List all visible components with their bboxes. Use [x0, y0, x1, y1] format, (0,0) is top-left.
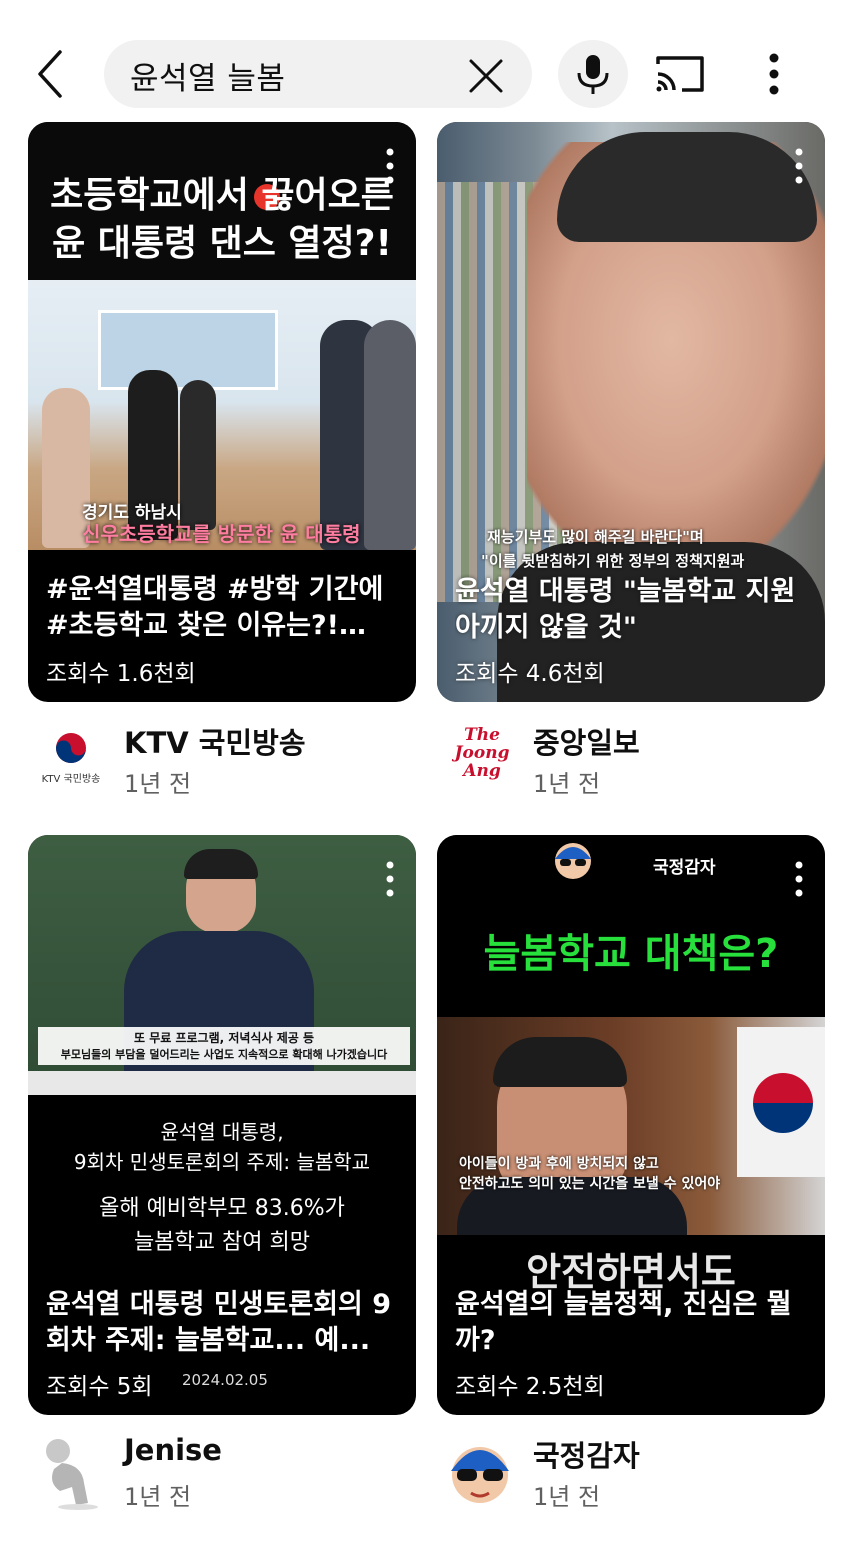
back-button[interactable] — [30, 46, 76, 102]
video-title[interactable]: 윤석열 대통령 민생토론회의 9회차 주제: 늘봄학교... 예... — [46, 1287, 394, 1359]
video-more-button[interactable] — [787, 859, 811, 899]
video-thumbnail[interactable]: 국정감자 늘봄학교 대책은? 아이들이 방과 후에 방치되지 않고 안전하고도 … — [437, 835, 825, 1415]
view-count: 조회수 1.6천회 — [46, 661, 196, 687]
video-thumbnail[interactable]: 또 무료 프로그램, 저녁식사 제공 등 부모님들의 부담을 덜어드리는 사업도… — [28, 835, 416, 1415]
channel-avatar[interactable] — [32, 1433, 110, 1511]
overlay-text: 9회차 민생토론회의 주제: 늘봄학교 — [73, 1150, 371, 1174]
cast-icon — [656, 56, 704, 92]
channel-label: 국정감자 — [653, 858, 716, 878]
video-thumbnail[interactable]: 재능기부도 많이 해주길 바란다"며 "이를 뒷받침하기 위한 정부의 정책지원… — [437, 122, 825, 702]
more-vertical-icon — [386, 148, 394, 184]
thumbnail-header: 초등학교에서 끓어오른 윤 대통령 댄스 열정?! — [28, 122, 416, 280]
video-thumbnail[interactable]: 초등학교에서 끓어오른 윤 대통령 댄스 열정?! 경기도 하남시 신우초등학교… — [28, 122, 416, 702]
cast-button[interactable] — [652, 52, 708, 96]
video-more-button[interactable] — [787, 146, 811, 186]
more-vertical-icon — [795, 148, 803, 184]
channel-name[interactable]: 국정감자 — [533, 1433, 640, 1475]
microphone-icon — [577, 55, 609, 94]
view-count: 조회수 4.6천회 — [455, 661, 605, 687]
channel-avatar[interactable]: KTV 국민방송 — [32, 720, 110, 798]
date-stamp: 2024.02.05 — [182, 1371, 268, 1389]
more-vertical-icon — [386, 861, 394, 897]
upload-time: 1년 전 — [124, 770, 192, 798]
view-count: 조회수 5회 — [46, 1374, 153, 1400]
ktv-logo-icon — [56, 733, 86, 763]
channel-row: The Joong Ang 중앙일보 1년 전 — [437, 720, 850, 810]
overlay-text: 늘봄학교 참여 희망 — [134, 1230, 310, 1255]
voice-search-button[interactable] — [558, 40, 628, 108]
caption-line: 재능기부도 많이 해주길 바란다"며 — [487, 528, 704, 546]
overlay-text: 올해 예비학부모 83.6%가 — [99, 1196, 345, 1221]
banner-line: 또 무료 프로그램, 저녁식사 제공 등 — [133, 1031, 314, 1045]
mascot-icon — [555, 843, 591, 879]
thumbnail-header: 국정감자 늘봄학교 대책은? — [437, 835, 825, 1017]
more-options-button[interactable] — [756, 50, 792, 100]
thinker-figure-icon — [46, 1439, 98, 1510]
video-more-button[interactable] — [378, 859, 402, 899]
caption-line: 안전하고도 의미 있는 시간을 보낼 수 있어야 — [459, 1176, 721, 1192]
speech-photo — [437, 1017, 825, 1235]
close-icon — [469, 59, 503, 93]
back-arrow-icon — [38, 50, 62, 98]
channel-name[interactable]: Jenise — [124, 1433, 222, 1467]
channel-name[interactable]: 중앙일보 — [533, 720, 640, 762]
caption-line: "이를 뒷받침하기 위한 정부의 정책지원과 — [481, 552, 745, 570]
thumbnail-heading: 초등학교에서 끓어오른 윤 대통령 댄스 열정?! — [50, 175, 394, 264]
upload-time: 1년 전 — [533, 1483, 601, 1511]
channel-logo-text: KTV 국민방송 — [41, 774, 101, 785]
more-vertical-icon — [795, 861, 803, 897]
top-bar: 윤석열 늘봄 — [0, 0, 850, 118]
caption-highlight: 신우초등학교를 방문한 윤 대통령 — [82, 522, 361, 546]
caption-banner: 또 무료 프로그램, 저녁식사 제공 등 부모님들의 부담을 덜어드리는 사업도… — [38, 1027, 410, 1065]
video-title[interactable]: 윤석열의 늘봄정책, 진심은 뭘까? — [455, 1287, 803, 1359]
upload-time: 1년 전 — [533, 770, 601, 798]
banner-line: 부모님들의 부담을 덜어드리는 사업도 지속적으로 확대해 나가겠습니다 — [60, 1048, 388, 1061]
channel-name[interactable]: KTV 국민방송 — [124, 720, 306, 762]
channel-avatar[interactable]: The Joong Ang — [441, 720, 519, 798]
mascot-avatar-icon — [451, 1447, 509, 1503]
video-title[interactable]: 윤석열 대통령 "늘봄학교 지원 아끼지 않을 것" — [455, 574, 803, 646]
more-vertical-icon — [769, 53, 779, 95]
search-query: 윤석열 늘봄 — [130, 61, 286, 97]
upload-time: 1년 전 — [124, 1483, 192, 1511]
view-count: 조회수 2.5천회 — [455, 1374, 605, 1400]
clear-search-button[interactable] — [466, 56, 506, 96]
overlay-text: 윤석열 대통령, — [160, 1120, 284, 1144]
channel-avatar[interactable] — [441, 1433, 519, 1511]
joongang-logo: The Joong Ang — [454, 725, 510, 781]
caption-line: 아이들이 방과 후에 방치되지 않고 — [459, 1156, 659, 1172]
channel-row: Jenise 1년 전 — [28, 1433, 448, 1523]
channel-row: 국정감자 1년 전 — [437, 1433, 850, 1523]
video-more-button[interactable] — [378, 146, 402, 186]
search-input[interactable]: 윤석열 늘봄 — [104, 40, 532, 108]
channel-row: KTV 국민방송 KTV 국민방송 1년 전 — [28, 720, 448, 810]
thumbnail-heading: 늘봄학교 대책은? — [483, 931, 779, 977]
video-title[interactable]: #윤석열대통령 #방학 기간에 #초등학교 찾은 이유는?!… — [46, 572, 394, 644]
